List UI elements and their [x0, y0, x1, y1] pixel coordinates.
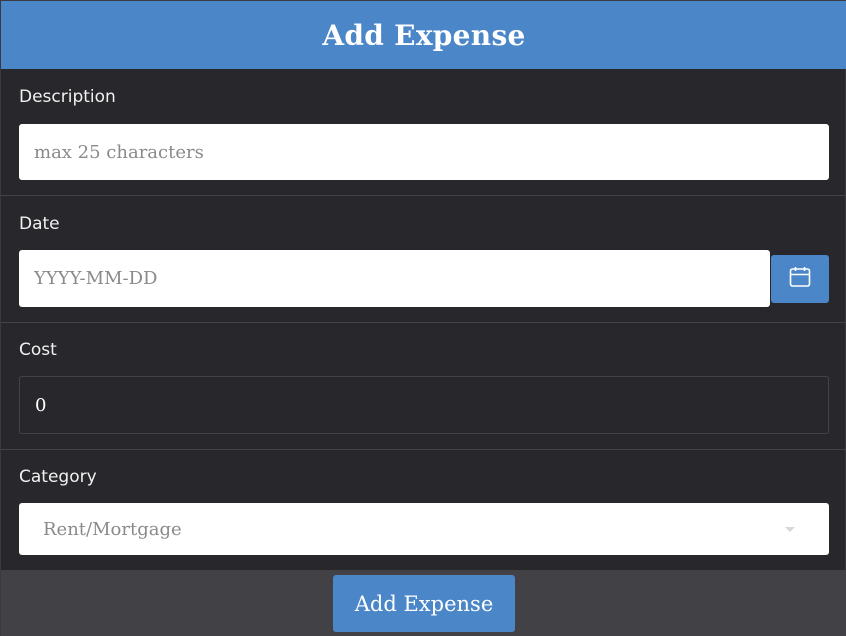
modal-header: Add Expense: [1, 1, 846, 69]
divider: [1, 322, 846, 323]
add-expense-button[interactable]: Add Expense: [333, 575, 515, 632]
date-input[interactable]: [19, 250, 770, 307]
date-picker-button[interactable]: [771, 255, 829, 303]
description-input[interactable]: [19, 124, 829, 180]
divider: [1, 195, 846, 196]
modal-title: Add Expense: [322, 18, 526, 52]
date-label: Date: [19, 214, 60, 234]
category-label: Category: [19, 467, 97, 487]
add-expense-modal: Add Expense Description Date Cost Catego…: [0, 0, 846, 636]
divider: [1, 449, 846, 450]
cost-label: Cost: [19, 340, 57, 360]
cost-input[interactable]: [19, 376, 829, 434]
chevron-down-icon: [785, 526, 795, 532]
category-selected-value: Rent/Mortgage: [43, 518, 182, 540]
description-label: Description: [19, 87, 116, 107]
category-select[interactable]: Rent/Mortgage: [19, 503, 829, 555]
calendar-icon: [788, 265, 812, 294]
